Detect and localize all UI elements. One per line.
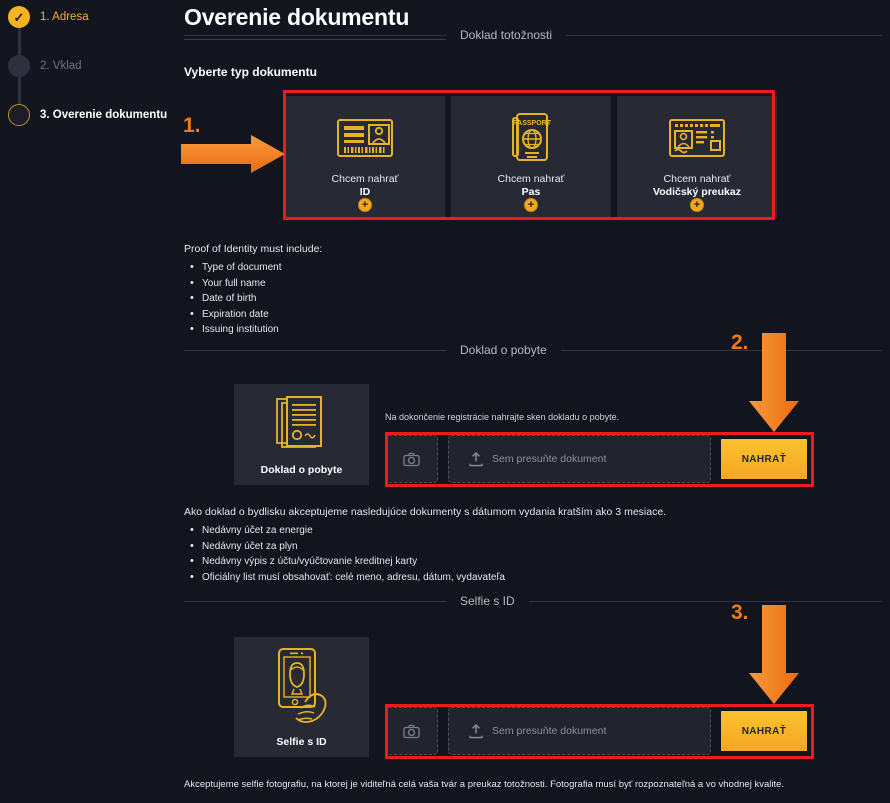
- divider-right: [528, 600, 882, 602]
- divider-left: [184, 34, 446, 36]
- identity-requirements-list: Proof of Identity must include: Type of …: [184, 243, 322, 338]
- divider-left: [184, 600, 446, 602]
- dropzone-text: Sem presuňte dokument: [492, 453, 607, 465]
- dropzone-text: Sem presuňte dokument: [492, 725, 607, 737]
- stepper-item-vklad[interactable]: 2. Vklad: [0, 51, 176, 100]
- selfie-dropzone[interactable]: Sem presuňte dokument: [448, 707, 711, 755]
- list-item: Type of document: [184, 259, 322, 276]
- list-intro: Proof of Identity must include:: [184, 243, 323, 255]
- list-item: Issuing institution: [184, 321, 322, 338]
- residence-upload-hint: Na dokončenie registrácie nahrajte sken …: [385, 412, 620, 422]
- residence-dropzone[interactable]: Sem presuňte dokument: [448, 435, 711, 483]
- doc-card-line1: Chcem nahrať: [497, 173, 565, 185]
- divider-right: [560, 349, 882, 351]
- list-item: Expiration date: [184, 306, 322, 323]
- page-title: Overenie dokumentu: [184, 4, 410, 30]
- section-header-identity: Doklad totožnosti: [184, 28, 882, 42]
- stepper-item-label: 2. Vklad: [40, 60, 82, 72]
- selfie-preview-tile: Selfie s ID: [234, 637, 369, 757]
- doc-card-id[interactable]: Chcem nahrať ID +: [285, 96, 445, 218]
- residence-preview-tile: Doklad o pobyte: [234, 384, 369, 485]
- camera-icon: [403, 724, 420, 738]
- stepper-item-adresa[interactable]: 1. Adresa: [0, 2, 176, 51]
- selfie-footnote: Akceptujeme selfie fotografiu, na ktorej…: [184, 779, 785, 790]
- list-item: Nedávny účet za plyn: [184, 538, 666, 555]
- section-title: Doklad o pobyte: [460, 343, 547, 357]
- stepper-item-label: 3. Overenie dokumentu: [40, 109, 168, 121]
- id-card-icon: [336, 112, 394, 164]
- annotation-arrow-2: [748, 333, 800, 438]
- document-type-card-group: Chcem nahrať ID + PASSPORT Chcem nahrať …: [285, 96, 777, 218]
- selfie-camera-button[interactable]: [385, 707, 438, 755]
- section-title: Doklad totožnosti: [460, 28, 553, 42]
- residence-requirements-list: Ako doklad o bydlisku akceptujeme nasled…: [184, 506, 666, 585]
- residence-camera-button[interactable]: [385, 435, 438, 483]
- doc-card-line1: Chcem nahrať: [663, 173, 731, 185]
- plus-icon[interactable]: +: [524, 198, 538, 212]
- annotation-number-3: 3.: [731, 601, 749, 624]
- doc-card-driving-licence[interactable]: Chcem nahrať Vodičský preukaz +: [617, 96, 777, 218]
- upload-icon: [469, 723, 483, 738]
- driving-licence-icon: [668, 112, 726, 164]
- list-item: Your full name: [184, 275, 322, 292]
- doc-card-line1: Chcem nahrať: [331, 173, 399, 185]
- passport-icon: PASSPORT: [509, 112, 553, 164]
- upload-icon: [469, 451, 483, 466]
- doc-card-passport[interactable]: PASSPORT Chcem nahrať Pas +: [451, 96, 611, 218]
- annotation-number-2: 2.: [731, 331, 749, 354]
- list-item: Nedávny výpis z účtu/vyúčtovanie kreditn…: [184, 553, 666, 570]
- stepper-item-overenie-dokumentu[interactable]: 3. Overenie dokumentu: [0, 100, 176, 149]
- doc-card-caption: Chcem nahrať Pas: [498, 173, 565, 199]
- tile-caption: Selfie s ID: [276, 736, 327, 748]
- plus-icon[interactable]: +: [690, 198, 704, 212]
- svg-text:PASSPORT: PASSPORT: [513, 120, 552, 127]
- list-intro: Ako doklad o bydlisku akceptujeme nasled…: [184, 506, 667, 518]
- divider-left: [184, 349, 446, 351]
- choose-doc-type-label: Vyberte typ dokumentu: [184, 65, 317, 79]
- annotation-arrow-1: [181, 135, 286, 180]
- section-title: Selfie s ID: [460, 594, 515, 608]
- identity-bullets: Type of document Your full name Date of …: [184, 259, 322, 338]
- documents-stack-icon: [274, 394, 330, 459]
- residence-bullets: Nedávny účet za energie Nedávny účet za …: [184, 522, 666, 586]
- tile-caption: Doklad o pobyte: [260, 463, 343, 476]
- divider-right: [566, 34, 882, 36]
- ring-circle-icon: [8, 104, 30, 126]
- dot-circle-icon: [8, 55, 30, 77]
- list-item: Date of birth: [184, 290, 322, 307]
- selfie-upload-row: Sem presuňte dokument NAHRAŤ: [385, 707, 807, 755]
- camera-icon: [403, 452, 420, 466]
- registration-stepper: 1. Adresa 2. Vklad 3. Overenie dokumentu: [0, 0, 176, 803]
- doc-card-caption: Chcem nahrať ID: [332, 173, 399, 199]
- plus-icon[interactable]: +: [358, 198, 372, 212]
- list-item: Nedávny účet za energie: [184, 522, 666, 539]
- stepper-item-label: 1. Adresa: [40, 11, 89, 23]
- check-circle-icon: [8, 6, 30, 28]
- residence-upload-row: Sem presuňte dokument NAHRAŤ: [385, 435, 807, 483]
- selfie-phone-hand-icon: [265, 646, 339, 731]
- document-verification-page: 1. Adresa 2. Vklad 3. Overenie dokumentu…: [0, 0, 890, 803]
- list-item: Oficiálny list musí obsahovať: celé meno…: [184, 569, 666, 586]
- doc-card-caption: Chcem nahrať Vodičský preukaz: [653, 173, 741, 199]
- annotation-arrow-3: [748, 605, 800, 710]
- residence-upload-button[interactable]: NAHRAŤ: [721, 439, 807, 479]
- selfie-upload-button[interactable]: NAHRAŤ: [721, 711, 807, 751]
